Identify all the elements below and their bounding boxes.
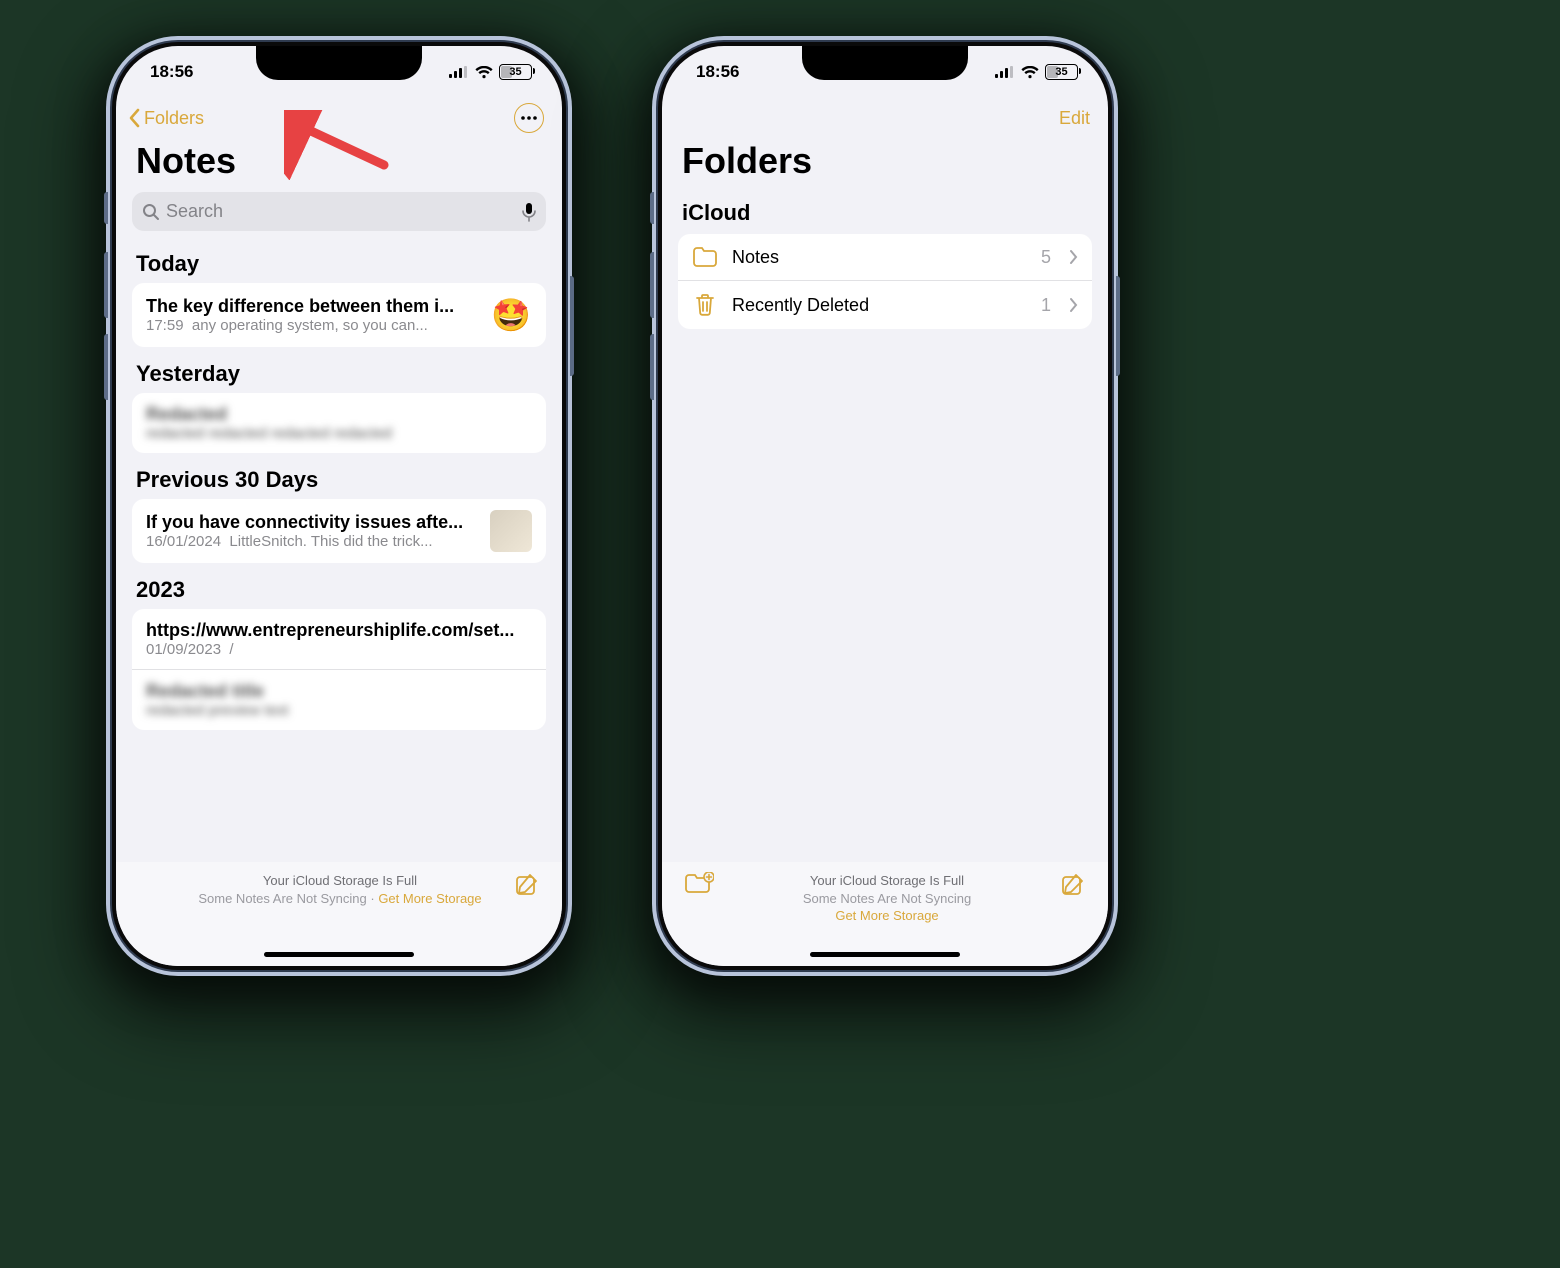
- chevron-left-icon: [128, 108, 142, 128]
- signal-icon: [995, 66, 1015, 78]
- bottom-toolbar: Your iCloud Storage Is Full Some Notes A…: [662, 862, 1108, 966]
- note-subtitle: 16/01/2024 LittleSnitch. This did the tr…: [146, 533, 478, 550]
- folder-label: Notes: [732, 247, 1027, 268]
- note-thumbnail-icon: [490, 510, 532, 552]
- status-time: 18:56: [150, 62, 193, 82]
- wifi-icon: [1021, 66, 1039, 79]
- storage-footer: Your iCloud Storage Is Full Some Notes A…: [714, 872, 1060, 925]
- compose-button[interactable]: [514, 872, 540, 901]
- get-more-storage-link[interactable]: Get More Storage: [835, 908, 938, 923]
- new-folder-button[interactable]: [684, 872, 714, 899]
- phone-notes-list: 18:56 35 Folders: [112, 42, 566, 970]
- search-placeholder: Search: [166, 201, 516, 222]
- search-icon: [142, 203, 160, 221]
- page-title: Folders: [662, 136, 1108, 192]
- battery-icon: 35: [499, 64, 532, 80]
- compose-button[interactable]: [1060, 872, 1086, 901]
- ellipsis-icon: [521, 116, 537, 120]
- new-folder-icon: [684, 872, 714, 896]
- note-row[interactable]: https://www.entrepreneurshiplife.com/set…: [132, 609, 546, 669]
- home-indicator[interactable]: [810, 952, 960, 957]
- note-row[interactable]: The key difference between them i... 17:…: [132, 283, 546, 347]
- star-struck-emoji-icon: 🤩: [490, 294, 532, 336]
- section-header-yesterday: Yesterday: [116, 347, 562, 393]
- page-title: Notes: [116, 136, 562, 192]
- more-options-button[interactable]: [514, 103, 544, 133]
- home-indicator[interactable]: [264, 952, 414, 957]
- note-subtitle: 17:59 any operating system, so you can..…: [146, 317, 478, 334]
- notch: [256, 46, 422, 80]
- note-row[interactable]: If you have connectivity issues afte... …: [132, 499, 546, 563]
- note-subtitle: redacted redacted redacted redacted: [146, 425, 532, 442]
- note-row[interactable]: Redacted title redacted preview text: [132, 669, 546, 730]
- folder-count: 5: [1041, 247, 1051, 268]
- signal-icon: [449, 66, 469, 78]
- folder-count: 1: [1041, 295, 1051, 316]
- compose-icon: [514, 872, 540, 898]
- note-title: Redacted title: [146, 681, 532, 702]
- note-subtitle: 01/09/2023 /: [146, 641, 532, 658]
- folder-row-recently-deleted[interactable]: Recently Deleted 1: [678, 280, 1092, 329]
- folder-icon: [692, 246, 718, 268]
- group-header-icloud: iCloud: [662, 192, 1108, 234]
- section-header-today: Today: [116, 237, 562, 283]
- trash-icon: [692, 293, 718, 317]
- section-header-2023: 2023: [116, 563, 562, 609]
- folder-row-notes[interactable]: Notes 5: [678, 234, 1092, 280]
- wifi-icon: [475, 66, 493, 79]
- back-folders-button[interactable]: Folders: [128, 108, 204, 129]
- chevron-right-icon: [1069, 249, 1078, 265]
- back-label: Folders: [144, 108, 204, 129]
- search-field[interactable]: Search: [132, 192, 546, 231]
- phone-folders: 18:56 35 Edit Folders iCloud: [658, 42, 1112, 970]
- battery-icon: 35: [1045, 64, 1078, 80]
- compose-icon: [1060, 872, 1086, 898]
- note-title: https://www.entrepreneurshiplife.com/set…: [146, 620, 532, 641]
- get-more-storage-link[interactable]: Get More Storage: [378, 891, 481, 906]
- dictate-icon[interactable]: [522, 202, 536, 222]
- notch: [802, 46, 968, 80]
- section-header-prev30: Previous 30 Days: [116, 453, 562, 499]
- bottom-toolbar: Your iCloud Storage Is Full Some Notes A…: [116, 862, 562, 966]
- note-title: Redacted: [146, 404, 532, 425]
- note-title: If you have connectivity issues afte...: [146, 512, 478, 533]
- folder-label: Recently Deleted: [732, 295, 1027, 316]
- chevron-right-icon: [1069, 297, 1078, 313]
- note-subtitle: redacted preview text: [146, 702, 532, 719]
- note-title: The key difference between them i...: [146, 296, 478, 317]
- edit-button[interactable]: Edit: [1059, 108, 1090, 129]
- note-row[interactable]: Redacted redacted redacted redacted reda…: [132, 393, 546, 453]
- status-time: 18:56: [696, 62, 739, 82]
- storage-footer: Your iCloud Storage Is Full Some Notes A…: [166, 872, 514, 907]
